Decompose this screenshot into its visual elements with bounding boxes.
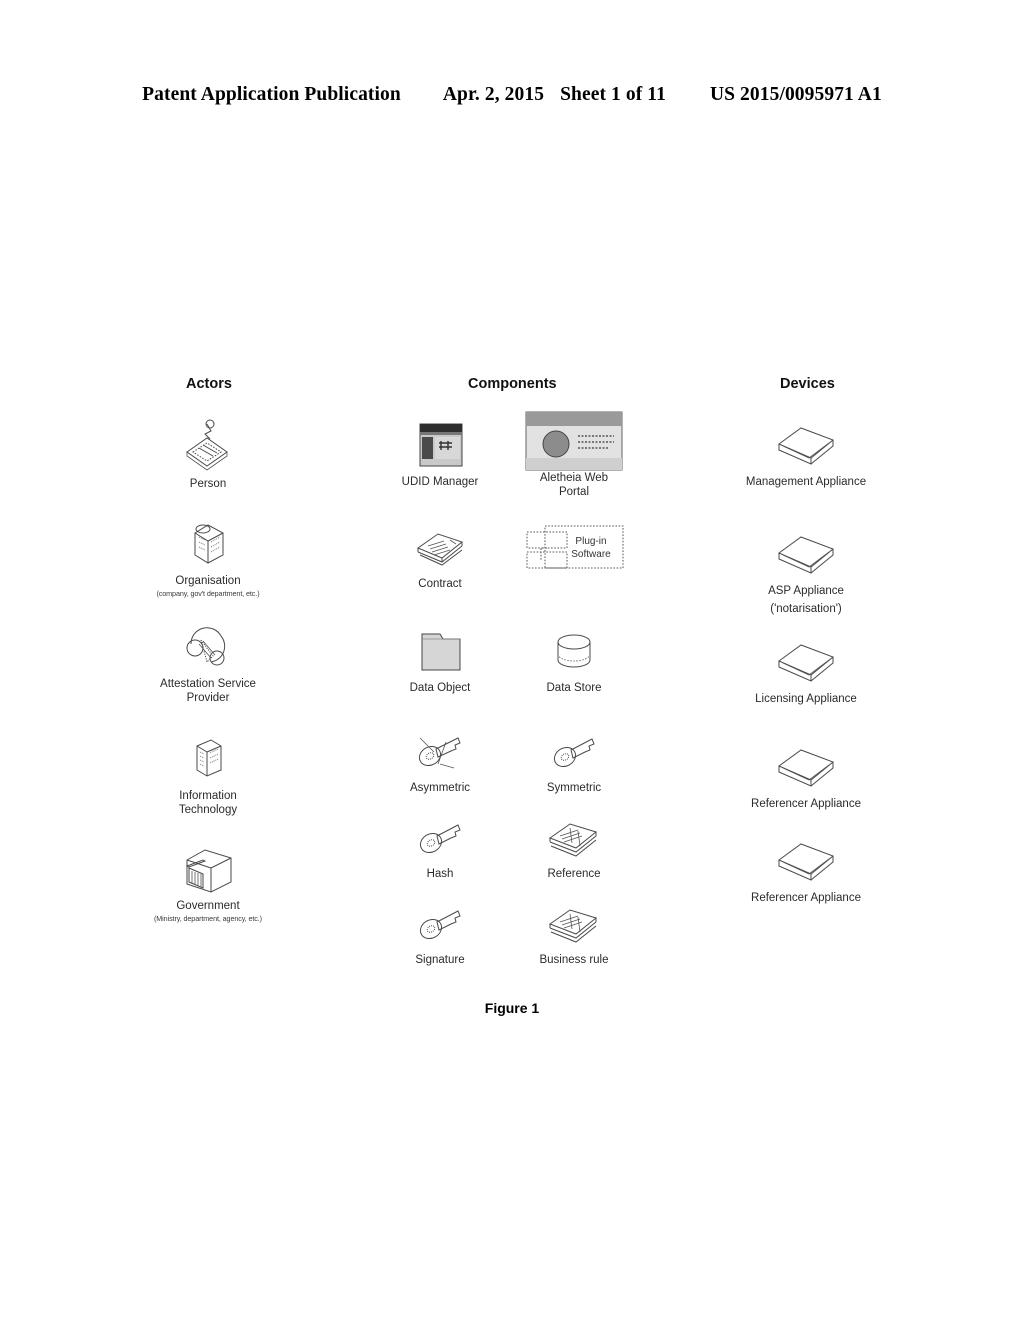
publication-date: Apr. 2, 2015 <box>442 84 545 105</box>
column-header-actors: Actors <box>186 376 232 392</box>
legend-label: Management Appliance <box>745 476 867 488</box>
legend-item-government: Government (Ministry, department, agency… <box>128 840 288 923</box>
aletheia-web-portal-icon <box>494 411 654 471</box>
legend-item-data-store: Data Store <box>494 622 654 696</box>
business-rule-icon <box>494 894 654 950</box>
svg-text:Plug-in: Plug-in <box>575 536 606 547</box>
legend-sublabel: (company, gov't department, etc.) <box>156 588 260 598</box>
appliance-icon <box>726 738 886 794</box>
column-header-components: Components <box>468 376 557 392</box>
column-headers: Actors Components Devices <box>0 360 1024 392</box>
attestation-service-provider-icon <box>128 618 288 674</box>
legend-item-symmetric-key: Symmetric <box>494 722 654 796</box>
figure-caption: Figure 1 <box>484 1000 540 1016</box>
legend-label: Business rule <box>539 954 609 966</box>
information-technology-icon <box>128 730 288 786</box>
reference-icon <box>494 808 654 864</box>
organisation-icon <box>128 515 288 571</box>
appliance-icon <box>726 525 886 581</box>
appliance-icon <box>726 633 886 689</box>
legend-item-management-appliance: Management Appliance <box>726 416 886 490</box>
appliance-icon <box>726 832 886 888</box>
patent-number: US 2015/0095971 A1 <box>709 84 882 105</box>
symmetric-key-icon <box>494 722 654 778</box>
legend-label: Data Store <box>546 682 602 694</box>
legend-label: Referencer Appliance <box>751 798 861 810</box>
legend-label: Symmetric <box>546 782 602 794</box>
legend-label: ASP Appliance <box>768 585 844 597</box>
legend-label: Aletheia Web Portal <box>539 472 609 498</box>
government-icon <box>128 840 288 896</box>
legend-label: Reference <box>547 868 601 880</box>
person-icon <box>128 418 288 474</box>
legend-item-attestation-service-provider: Attestation Service Provider <box>128 618 288 705</box>
legend-sublabel: ('notarisation') <box>770 602 842 615</box>
legend-item-licensing-appliance: Licensing Appliance <box>726 633 886 707</box>
legend-label: Contract <box>418 578 462 590</box>
data-store-icon <box>494 622 654 678</box>
legend-sublabel: (Ministry, department, agency, etc.) <box>154 913 262 923</box>
legend-item-referencer-appliance-1: Referencer Appliance <box>726 738 886 812</box>
publication-title: Patent Application Publication <box>142 84 401 105</box>
legend-label: Attestation Service Provider <box>160 678 256 704</box>
figure-1-diagram: Actors Components Devices Person Organis… <box>0 360 1024 1030</box>
legend-item-referencer-appliance-2: Referencer Appliance <box>726 832 886 906</box>
legend-item-asp-appliance: ASP Appliance ('notarisation') <box>726 525 886 616</box>
patent-header: Patent Application Publication Apr. 2, 2… <box>0 84 1024 106</box>
legend-item-reference: Reference <box>494 808 654 882</box>
sheet-number: Sheet 1 of 11 <box>560 84 666 105</box>
legend-label: Government <box>176 900 240 912</box>
legend-item-organisation: Organisation (company, gov't department,… <box>128 515 288 598</box>
legend-item-business-rule: Business rule <box>494 894 654 968</box>
plugin-software-icon: Plug-in Software <box>494 520 654 576</box>
column-header-devices: Devices <box>780 376 835 392</box>
svg-text:Software: Software <box>571 549 611 560</box>
legend-item-aletheia-web-portal: Aletheia Web Portal <box>494 411 654 499</box>
legend-label: Information Technology <box>178 790 238 816</box>
appliance-icon <box>726 416 886 472</box>
legend-label: Referencer Appliance <box>751 892 861 904</box>
legend-label: Organisation <box>175 575 241 587</box>
legend-item-person: Person <box>128 418 288 492</box>
legend-label: Person <box>189 478 227 490</box>
legend-item-information-technology: Information Technology <box>128 730 288 817</box>
legend-label: Licensing Appliance <box>755 693 857 705</box>
legend-item-plugin-software: Plug-in Software <box>494 520 654 576</box>
